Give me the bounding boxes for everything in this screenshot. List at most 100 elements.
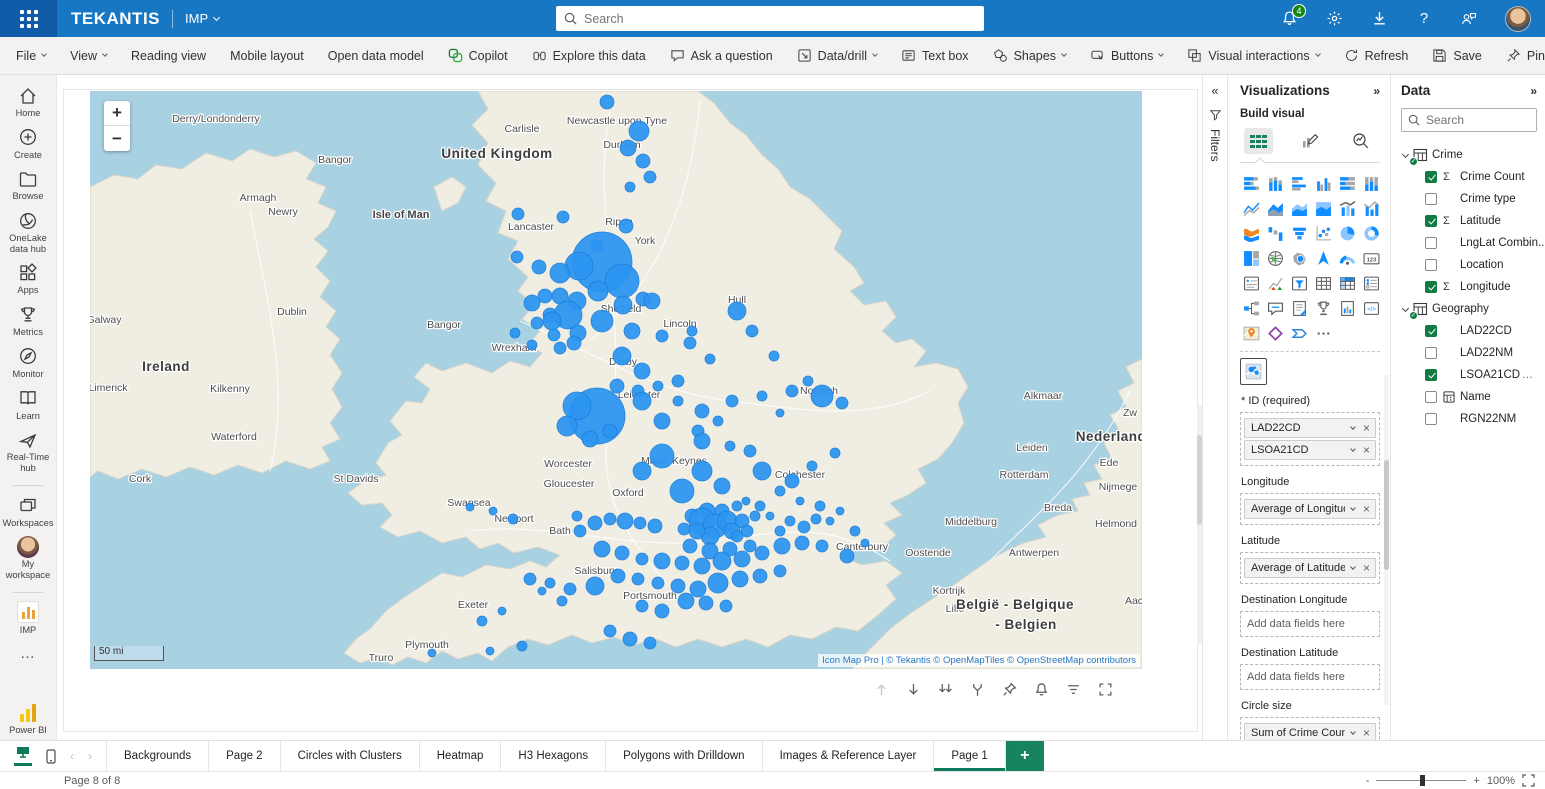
map-data-circle[interactable] xyxy=(633,462,651,480)
visual-type-map[interactable] xyxy=(1264,248,1286,269)
visual-type-line-and-clustered-column-chart[interactable] xyxy=(1360,198,1382,219)
filters-icon[interactable] xyxy=(1066,682,1081,697)
table-row-geography[interactable]: ✓ Geography xyxy=(1401,298,1537,320)
map-data-circle[interactable] xyxy=(620,140,636,156)
map-data-circle[interactable] xyxy=(807,461,817,471)
map-data-circle[interactable] xyxy=(750,511,760,521)
map-data-circle[interactable] xyxy=(572,511,582,521)
visual-type-multi-row-card[interactable] xyxy=(1240,273,1262,294)
toolbar-mobile-layout[interactable]: Mobile layout xyxy=(230,49,304,63)
map-data-circle[interactable] xyxy=(477,616,487,626)
visual-type-waterfall-chart[interactable] xyxy=(1264,223,1286,244)
map-data-circle[interactable] xyxy=(755,501,765,511)
sidebar-item-power-bi[interactable]: Power BI xyxy=(0,702,57,736)
sidebar-item-create[interactable]: Create xyxy=(0,127,57,161)
toolbar-explore-this-data[interactable]: Explore this data xyxy=(532,48,646,63)
map-data-circle[interactable] xyxy=(428,649,436,657)
map-data-circle[interactable] xyxy=(644,171,656,183)
map-data-circle[interactable] xyxy=(687,326,697,336)
field-row-lsoa21cd[interactable]: LSOA21CD… xyxy=(1401,364,1537,386)
visual-type-card[interactable]: 123 xyxy=(1360,248,1382,269)
visual-type-treemap[interactable] xyxy=(1240,248,1262,269)
field-chip-average-of-latitude[interactable]: Average of Latitude× xyxy=(1244,558,1376,578)
expand-all-levels-icon[interactable] xyxy=(938,682,953,697)
well-id-required[interactable]: LAD22CD×LSOA21CD× xyxy=(1240,412,1380,466)
visual-type-paginated-report[interactable] xyxy=(1336,298,1358,319)
map-data-circle[interactable] xyxy=(694,558,710,574)
visual-type-100-stacked-area-chart[interactable] xyxy=(1312,198,1334,219)
map-data-circle[interactable] xyxy=(728,302,746,320)
map-data-circle[interactable] xyxy=(489,507,497,515)
map-data-circle[interactable] xyxy=(840,549,854,563)
map-data-circle[interactable] xyxy=(692,461,712,481)
sidebar-item-monitor[interactable]: Monitor xyxy=(0,346,57,380)
map-data-circle[interactable] xyxy=(524,573,536,585)
sidebar-item-home[interactable]: Home xyxy=(0,85,57,119)
map-data-circle[interactable] xyxy=(734,551,750,567)
map-data-circle[interactable] xyxy=(689,523,705,539)
collapse-data-pane-icon[interactable]: » xyxy=(1530,84,1537,98)
workspace-name-menu[interactable]: IMP xyxy=(185,11,219,26)
map-data-circle[interactable] xyxy=(683,539,697,553)
tab-analytics[interactable] xyxy=(1347,128,1376,154)
map-data-circle[interactable] xyxy=(517,641,527,651)
map-data-circle[interactable] xyxy=(632,573,644,585)
zoom-slider[interactable] xyxy=(1376,780,1466,781)
visual-type-clustered-bar-chart[interactable] xyxy=(1288,173,1310,194)
map-data-circle[interactable] xyxy=(557,211,569,223)
map-data-circle[interactable] xyxy=(785,516,795,526)
map-data-circle[interactable] xyxy=(655,604,669,618)
visual-type-matrix[interactable] xyxy=(1336,273,1358,294)
map-data-circle[interactable] xyxy=(836,507,844,515)
map-data-circle[interactable] xyxy=(574,525,586,537)
map-data-circle[interactable] xyxy=(671,579,685,593)
chevron-down-icon[interactable] xyxy=(1350,424,1356,430)
map-data-circle[interactable] xyxy=(554,342,566,354)
field-checkbox[interactable] xyxy=(1425,193,1437,205)
field-chip-lad22cd[interactable]: LAD22CD× xyxy=(1244,418,1376,438)
sidebar-item-onelake-data-hub[interactable]: OneLake data hub xyxy=(0,210,57,254)
map-data-circle[interactable] xyxy=(624,323,640,339)
map-data-circle[interactable] xyxy=(726,395,738,407)
page-tab-backgrounds[interactable]: Backgrounds xyxy=(107,741,209,771)
page-tab-page-2[interactable]: Page 2 xyxy=(209,741,280,771)
map-data-circle[interactable] xyxy=(673,396,683,406)
download-button[interactable] xyxy=(1370,10,1388,28)
map-data-circle[interactable] xyxy=(720,600,732,612)
mobile-view-button[interactable] xyxy=(46,749,56,764)
map-data-circle[interactable] xyxy=(605,264,639,298)
previous-page-arrow[interactable]: ‹ xyxy=(70,749,74,763)
pin-visual-icon[interactable] xyxy=(1002,682,1017,697)
map-data-circle[interactable] xyxy=(742,497,750,505)
map-data-circle[interactable] xyxy=(543,312,561,330)
map-data-circle[interactable] xyxy=(714,478,730,494)
map-data-circle[interactable] xyxy=(594,541,610,557)
map-data-circle[interactable] xyxy=(708,573,728,593)
map-data-circle[interactable] xyxy=(695,404,709,418)
expand-filters-icon[interactable]: « xyxy=(1211,83,1218,98)
visual-type-smart-narrative[interactable] xyxy=(1288,298,1310,319)
focus-mode-icon[interactable] xyxy=(1098,682,1113,697)
map-data-circle[interactable] xyxy=(732,571,748,587)
toolbar-ask-a-question[interactable]: Ask a question xyxy=(670,48,773,63)
map-data-circle[interactable] xyxy=(623,632,637,646)
map-data-circle[interactable] xyxy=(753,569,767,583)
field-checkbox[interactable] xyxy=(1425,215,1437,227)
map-data-circle[interactable] xyxy=(672,375,684,387)
map-data-circle[interactable] xyxy=(654,413,670,429)
field-row-lad22nm[interactable]: LAD22NM xyxy=(1401,342,1537,364)
map-data-circle[interactable] xyxy=(713,416,723,426)
visual-type-100-stacked-bar-chart[interactable] xyxy=(1336,173,1358,194)
map-data-circle[interactable] xyxy=(755,546,769,560)
sidebar-item-browse[interactable]: Browse xyxy=(0,168,57,202)
map-data-circle[interactable] xyxy=(732,501,742,511)
chevron-down-icon[interactable] xyxy=(1402,304,1409,311)
more-options-icon[interactable] xyxy=(1130,682,1145,697)
field-checkbox[interactable] xyxy=(1425,259,1437,271)
map-data-circle[interactable] xyxy=(670,479,694,503)
visual-type-icon-map-pro[interactable] xyxy=(1240,323,1262,344)
remove-field-icon[interactable]: × xyxy=(1363,727,1370,739)
visual-type-pie-chart[interactable] xyxy=(1336,223,1358,244)
toolbar-buttons[interactable]: Buttons xyxy=(1090,48,1163,63)
map-data-circle[interactable] xyxy=(798,521,810,533)
